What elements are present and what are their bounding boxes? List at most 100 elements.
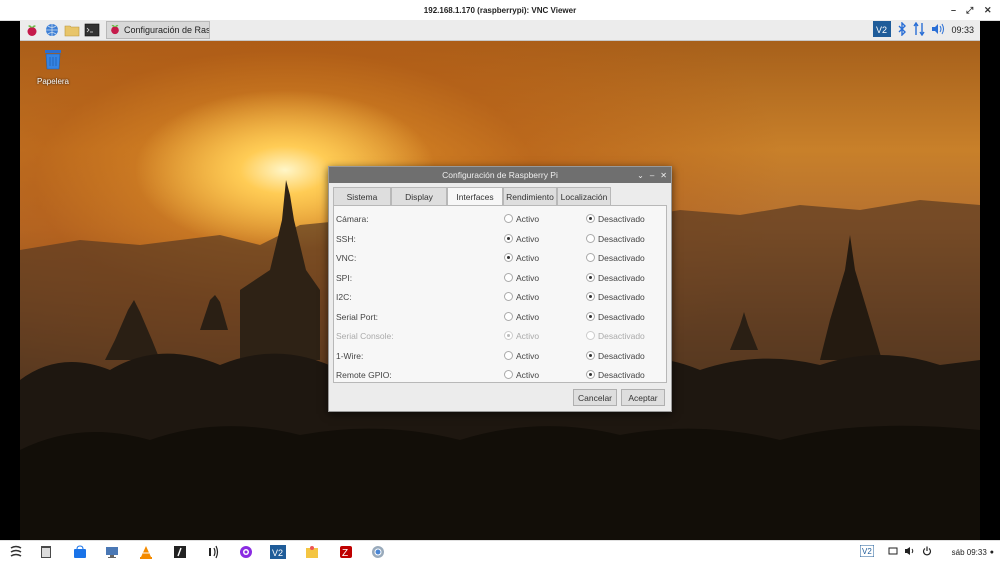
interface-row: SSH: Activo Desactivado xyxy=(334,230,666,249)
terminal-icon[interactable] xyxy=(84,22,100,38)
radio-activo xyxy=(504,331,513,340)
radio-desactivado[interactable] xyxy=(586,350,595,360)
trash-icon xyxy=(42,50,64,74)
radio-activo[interactable] xyxy=(504,233,513,243)
radio-activo[interactable] xyxy=(504,272,513,282)
web-browser-icon[interactable] xyxy=(44,22,60,38)
interface-label: I2C: xyxy=(336,292,352,302)
radio-desactivado-label[interactable]: Desactivado xyxy=(598,273,645,283)
close-icon[interactable]: ✕ xyxy=(660,171,667,180)
svg-text:V2: V2 xyxy=(272,548,283,558)
radio-desactivado-label[interactable]: Desactivado xyxy=(598,253,645,263)
radio-activo[interactable] xyxy=(504,214,513,223)
interfaces-panel: Cámara: Activo Desactivado SSH: Activo Desact… xyxy=(333,205,667,383)
tab-rendimiento[interactable]: Rendimiento xyxy=(503,187,557,205)
radio-desactivado[interactable] xyxy=(586,214,595,223)
remote-desktop[interactable]: Configuración de Ras... V2 09:33 Papeler… xyxy=(20,20,980,540)
chrome-icon[interactable] xyxy=(370,544,386,560)
trash-label: Papelera xyxy=(36,77,70,86)
interface-label: 1-Wire: xyxy=(336,350,364,361)
radio-activo-label[interactable]: Activo xyxy=(516,273,539,283)
minimize-button[interactable]: – xyxy=(951,0,956,20)
radio-desactivado[interactable] xyxy=(586,272,595,282)
host-taskbar: V2 Z V2 sáb 09:33 ● xyxy=(0,540,1000,563)
media-player-icon[interactable] xyxy=(238,544,254,560)
radio-activo-label[interactable]: Activo xyxy=(516,312,539,322)
interface-label: Serial Port: xyxy=(336,311,379,322)
radio-desactivado-label[interactable]: Desactivado xyxy=(598,370,645,380)
bluetooth-icon[interactable] xyxy=(897,21,907,38)
svg-text:V2: V2 xyxy=(876,25,887,35)
editor-app-icon[interactable] xyxy=(172,544,188,560)
radio-desactivado-label[interactable]: Desactivado xyxy=(598,292,645,302)
network-icon[interactable] xyxy=(913,21,926,38)
raspberry-menu-icon[interactable] xyxy=(24,22,40,38)
interface-label: Cámara: xyxy=(336,214,369,224)
accept-button[interactable]: Aceptar xyxy=(621,389,665,406)
radio-desactivado[interactable] xyxy=(586,233,595,243)
vnc-viewer-app-icon[interactable]: V2 xyxy=(270,544,286,560)
tab-display[interactable]: Display xyxy=(391,187,447,205)
tab-localizacion[interactable]: Localización xyxy=(557,187,611,205)
screen-icon[interactable] xyxy=(888,546,898,558)
rpi-panel: Configuración de Ras... V2 09:33 xyxy=(20,20,980,41)
radio-desactivado-label[interactable]: Desactivado xyxy=(598,351,645,361)
taskbar-button-raspi-config[interactable]: Configuración de Ras... xyxy=(106,21,210,39)
remote-desktop-app-icon[interactable] xyxy=(104,544,120,560)
status-dot-icon: ● xyxy=(989,548,994,556)
radio-desactivado[interactable] xyxy=(586,311,595,321)
dialog-title: Configuración de Raspberry Pi xyxy=(442,170,558,180)
radio-desactivado-label[interactable]: Desactivado xyxy=(598,234,645,244)
volume-icon[interactable] xyxy=(904,546,916,558)
radio-activo-label[interactable]: Activo xyxy=(516,214,539,224)
interface-row: Serial Port: Activo Desactivado xyxy=(334,308,666,327)
close-button[interactable]: ✕ xyxy=(984,0,992,20)
radio-desactivado[interactable] xyxy=(586,370,595,379)
radio-activo[interactable] xyxy=(504,370,513,379)
restore-button[interactable]: ⤢ xyxy=(966,0,973,20)
host-clock[interactable]: sáb 09:33 xyxy=(952,548,987,557)
interface-row: VNC: Activo Desactivado xyxy=(334,249,666,268)
filezilla-icon[interactable]: Z xyxy=(338,544,354,560)
radio-activo[interactable] xyxy=(504,311,513,321)
volume-icon[interactable] xyxy=(931,23,945,37)
interface-label: Remote GPIO: xyxy=(336,370,392,380)
power-icon[interactable] xyxy=(922,546,932,558)
file-manager-icon[interactable] xyxy=(64,22,80,38)
rpi-clock[interactable]: 09:33 xyxy=(951,25,974,35)
vnc-window-title: 192.168.1.170 (raspberrypi): VNC Viewer xyxy=(423,5,577,15)
radio-activo-label[interactable]: Activo xyxy=(516,234,539,244)
svg-text:V2: V2 xyxy=(862,547,872,556)
vnc-server-icon[interactable]: V2 xyxy=(873,21,892,39)
minimize-icon[interactable]: – xyxy=(650,171,654,180)
chevron-down-icon[interactable]: ⌄ xyxy=(637,171,644,180)
launcher-icon[interactable] xyxy=(8,544,24,560)
radio-activo-label[interactable]: Activo xyxy=(516,292,539,302)
interface-row: Remote GPIO: Activo Desactivado xyxy=(334,366,666,385)
radio-desactivado[interactable] xyxy=(586,253,595,262)
store-app-icon[interactable] xyxy=(72,544,88,560)
vlc-icon[interactable] xyxy=(138,544,154,560)
radio-desactivado-label[interactable]: Desactivado xyxy=(598,312,645,322)
vnc-viewer-tray-icon[interactable]: V2 xyxy=(859,544,875,559)
podcast-app-icon[interactable] xyxy=(204,544,220,560)
vnc-titlebar[interactable]: 192.168.1.170 (raspberrypi): VNC Viewer … xyxy=(0,0,1000,21)
desktop-trash[interactable]: Papelera xyxy=(32,48,74,86)
taskbar-button-label: Configuración de Ras... xyxy=(124,25,210,35)
radio-activo[interactable] xyxy=(504,292,513,301)
radio-activo-label[interactable]: Activo xyxy=(516,253,539,263)
tab-interfaces[interactable]: Interfaces xyxy=(447,187,503,206)
radio-desactivado-label[interactable]: Desactivado xyxy=(598,214,645,224)
raspi-config-dialog: Configuración de Raspberry Pi ⌄ – ✕ Sist… xyxy=(328,166,672,412)
radio-activo[interactable] xyxy=(504,350,513,360)
radio-activo[interactable] xyxy=(504,253,513,262)
radio-desactivado[interactable] xyxy=(586,292,595,301)
dialog-titlebar[interactable]: Configuración de Raspberry Pi ⌄ – ✕ xyxy=(329,167,671,183)
radio-activo-label[interactable]: Activo xyxy=(516,370,539,380)
cancel-button[interactable]: Cancelar xyxy=(573,389,617,406)
interface-row: Cámara: Activo Desactivado xyxy=(334,210,666,229)
photos-app-icon[interactable] xyxy=(304,544,320,560)
tab-sistema[interactable]: Sistema xyxy=(333,187,391,205)
radio-activo-label[interactable]: Activo xyxy=(516,351,539,361)
notes-app-icon[interactable] xyxy=(38,544,54,560)
